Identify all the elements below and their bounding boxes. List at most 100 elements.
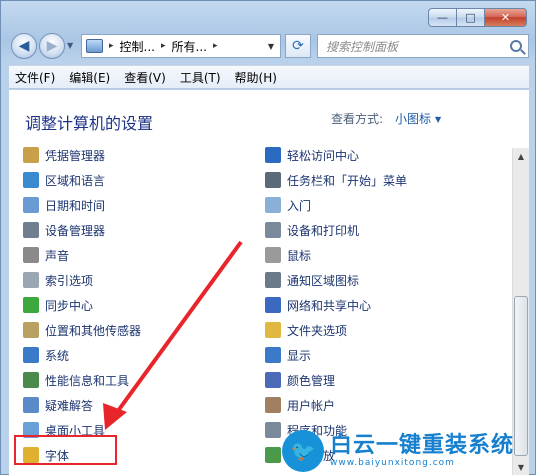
item-label: 设备管理器: [45, 223, 106, 238]
control-panel-item[interactable]: 显示: [265, 345, 311, 365]
breadcrumb-separator[interactable]: ▸: [213, 41, 218, 51]
menu-bar: 文件(F) 编辑(E) 查看(V) 工具(T) 帮助(H): [9, 65, 529, 89]
item-label: 颜色管理: [287, 373, 336, 388]
bird-logo-icon: 🐦: [282, 430, 324, 472]
globe-icon: [23, 172, 39, 188]
vertical-scrollbar[interactable]: ▲ ▼: [512, 148, 529, 475]
item-label: 日期和时间: [45, 198, 106, 213]
control-panel-item[interactable]: 网络和共享中心: [265, 295, 371, 315]
control-panel-item[interactable]: 系统: [23, 345, 69, 365]
printer-icon: [265, 222, 281, 238]
control-panel-item[interactable]: 日期和时间: [23, 195, 105, 215]
control-panel-item[interactable]: 任务栏和「开始」菜单: [265, 170, 407, 190]
recent-pages-dropdown[interactable]: ▼: [67, 41, 73, 50]
item-label: 疑难解答: [45, 398, 94, 413]
display-icon: [265, 347, 281, 363]
control-panel-item[interactable]: 用户帐户: [265, 395, 335, 415]
control-panel-item[interactable]: 鼠标: [265, 245, 311, 265]
control-panel-item[interactable]: 性能信息和工具: [23, 370, 129, 390]
control-panel-item[interactable]: 设备和打印机: [265, 220, 359, 240]
item-label: 性能信息和工具: [45, 373, 130, 388]
control-panel-item[interactable]: 同步中心: [23, 295, 93, 315]
breadcrumb-separator[interactable]: ▸: [161, 41, 166, 51]
item-label: 用户帐户: [287, 398, 336, 413]
calendar-clock-icon: [23, 197, 39, 213]
watermark-title: 白云一键重装系统: [330, 433, 515, 458]
control-panel-icon: [86, 39, 103, 53]
credential-manager-icon: [23, 147, 39, 163]
close-button[interactable]: ✕: [484, 8, 527, 27]
troubleshoot-icon: [23, 397, 39, 413]
highlight-box: [14, 435, 117, 465]
item-label: 设备和打印机: [287, 223, 360, 238]
menu-file[interactable]: 文件(F): [15, 69, 55, 86]
notification-area-icon: [265, 272, 281, 288]
item-label: 同步中心: [45, 298, 94, 313]
control-panel-item[interactable]: 颜色管理: [265, 370, 335, 390]
window: — □ ✕ ◀ ▶ ▼ ▸ 控制... ▸ 所有... ▸ ▼ ⟳ 搜索控制面板…: [0, 0, 536, 475]
refresh-icon: ⟳: [292, 38, 304, 54]
address-row: ◀ ▶ ▼ ▸ 控制... ▸ 所有... ▸ ▼ ⟳ 搜索控制面板: [9, 33, 529, 61]
index-icon: [23, 272, 39, 288]
forward-button[interactable]: ▶: [39, 33, 65, 59]
programs-icon: [265, 422, 281, 438]
item-label: 入门: [287, 198, 312, 213]
folder-options-icon: [265, 322, 281, 338]
sync-icon: [23, 297, 39, 313]
autoplay-icon: [265, 447, 281, 463]
item-label: 鼠标: [287, 248, 312, 263]
view-by-dropdown[interactable]: 小图标 ▼: [395, 110, 441, 127]
control-panel-item[interactable]: 声音: [23, 245, 69, 265]
item-label: 声音: [45, 248, 70, 263]
control-panel-item[interactable]: 位置和其他传感器: [23, 320, 141, 340]
item-label: 轻松访问中心: [287, 148, 360, 163]
maximize-button[interactable]: □: [456, 8, 484, 27]
control-panel-item[interactable]: 区域和语言: [23, 170, 105, 190]
menu-tools[interactable]: 工具(T): [180, 69, 221, 86]
control-panel-item[interactable]: 疑难解答: [23, 395, 93, 415]
control-panel-item[interactable]: 索引选项: [23, 270, 93, 290]
item-label: 任务栏和「开始」菜单: [287, 173, 408, 188]
user-accounts-icon: [265, 397, 281, 413]
back-button[interactable]: ◀: [11, 33, 37, 59]
item-label: 网络和共享中心: [287, 298, 372, 313]
control-panel-item[interactable]: 文件夹选项: [265, 320, 347, 340]
system-icon: [23, 347, 39, 363]
refresh-button[interactable]: ⟳: [285, 34, 311, 58]
address-dropdown[interactable]: ▼: [268, 42, 274, 51]
view-by-label: 查看方式:: [331, 112, 384, 126]
ease-of-access-icon: [265, 147, 281, 163]
item-label: 系统: [45, 348, 70, 363]
sensor-icon: [23, 322, 39, 338]
item-label: 显示: [287, 348, 312, 363]
mouse-icon: [265, 247, 281, 263]
address-bar[interactable]: ▸ 控制... ▸ 所有... ▸ ▼: [81, 34, 281, 58]
device-manager-icon: [23, 222, 39, 238]
network-icon: [265, 297, 281, 313]
menu-view[interactable]: 查看(V): [124, 69, 166, 86]
item-label: 区域和语言: [45, 173, 106, 188]
color-management-icon: [265, 372, 281, 388]
breadcrumb-control-panel[interactable]: 控制...: [120, 38, 155, 55]
menu-edit[interactable]: 编辑(E): [69, 69, 110, 86]
performance-icon: [23, 372, 39, 388]
speaker-icon: [23, 247, 39, 263]
control-panel-item[interactable]: 设备管理器: [23, 220, 105, 240]
menu-help[interactable]: 帮助(H): [235, 69, 277, 86]
item-label: 位置和其他传感器: [45, 323, 142, 338]
control-panel-item[interactable]: 轻松访问中心: [265, 145, 359, 165]
breadcrumb-separator[interactable]: ▸: [109, 41, 114, 51]
scroll-up-button[interactable]: ▲: [513, 148, 529, 165]
item-label: 文件夹选项: [287, 323, 348, 338]
getting-started-icon: [265, 197, 281, 213]
control-panel-item[interactable]: 凭据管理器: [23, 145, 105, 165]
minimize-button[interactable]: —: [428, 8, 456, 27]
control-panel-item[interactable]: 通知区域图标: [265, 270, 359, 290]
control-panel-item[interactable]: 入门: [265, 195, 311, 215]
search-input[interactable]: 搜索控制面板: [317, 34, 529, 58]
breadcrumb-all-items[interactable]: 所有...: [172, 38, 207, 55]
item-label: 通知区域图标: [287, 273, 360, 288]
search-icon[interactable]: [510, 40, 522, 52]
taskbar-icon: [265, 172, 281, 188]
item-label: 凭据管理器: [45, 148, 106, 163]
